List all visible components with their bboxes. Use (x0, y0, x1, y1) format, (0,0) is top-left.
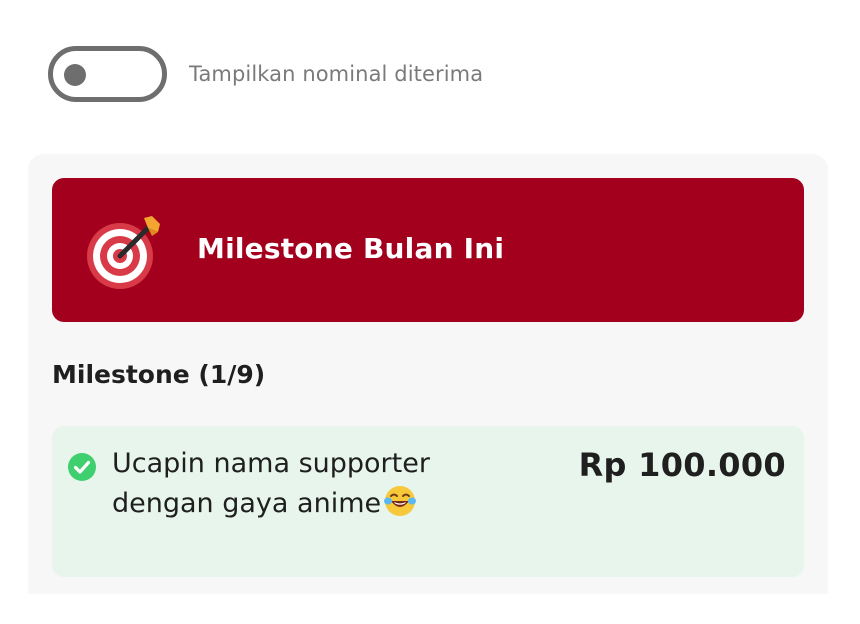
show-received-amount-row: Tampilkan nominal diterima (48, 46, 483, 102)
banner-title: Milestone Bulan Ini (197, 232, 505, 265)
milestone-banner: Milestone Bulan Ini (52, 178, 804, 322)
laughing-tears-emoji-icon (384, 486, 417, 516)
target-dart-icon (87, 216, 160, 289)
page: Tampilkan nominal diterima Milestone Bul… (0, 0, 860, 624)
check-circle-icon (68, 453, 96, 481)
milestone-panel: Milestone Bulan Ini Milestone (1/9) Ucap… (28, 154, 828, 594)
milestone-amount: Rp 100.000 (578, 446, 786, 484)
show-received-amount-toggle[interactable] (48, 46, 167, 102)
toggle-knob (64, 64, 86, 86)
milestone-item[interactable]: Ucapin nama supporter dengan gaya anime … (52, 426, 804, 577)
toggle-label: Tampilkan nominal diterima (189, 62, 484, 86)
milestone-count-heading: Milestone (1/9) (52, 360, 266, 389)
milestone-description: Ucapin nama supporter dengan gaya anime (112, 444, 432, 524)
